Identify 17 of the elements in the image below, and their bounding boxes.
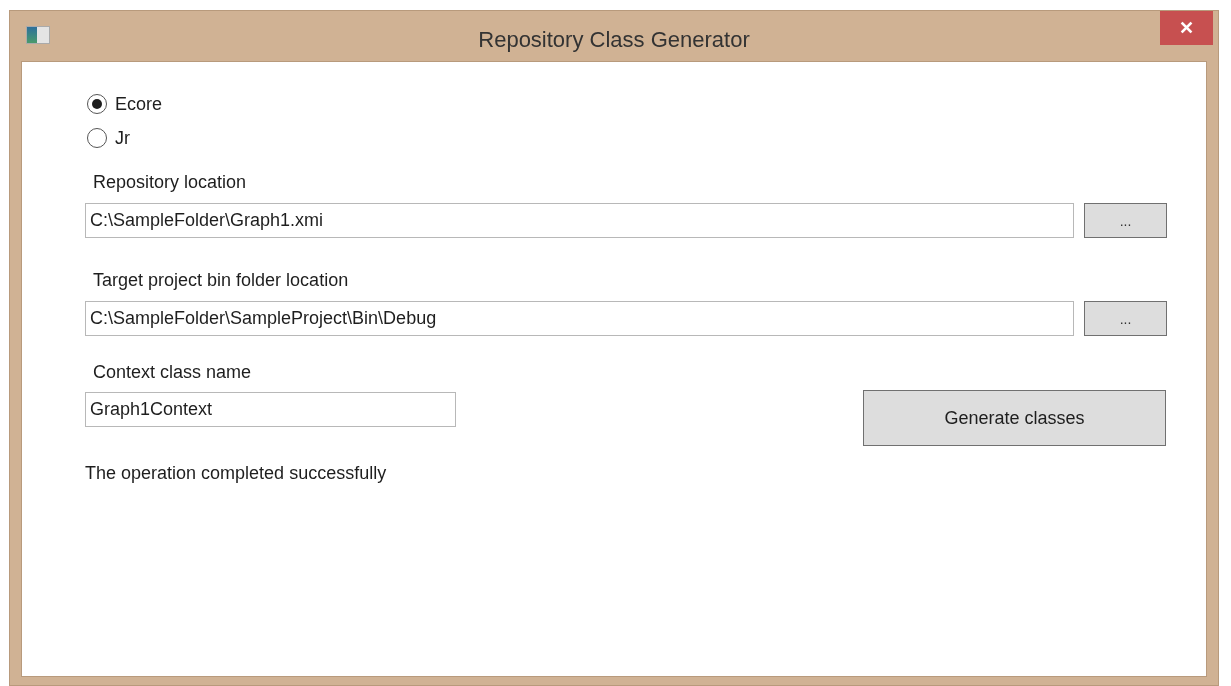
radio-button[interactable] xyxy=(87,128,107,148)
context-name-field[interactable]: Graph1Context xyxy=(85,392,456,427)
radio-button[interactable] xyxy=(87,94,107,114)
status-message: The operation completed successfully xyxy=(85,462,387,485)
field-label: Context class name xyxy=(93,361,252,384)
radio-label: Ecore xyxy=(115,92,163,116)
path-field[interactable]: C:\SampleFolder\SampleProject\Bin\Debug xyxy=(85,301,1074,336)
window-title: Repository Class Generator xyxy=(478,26,750,54)
radio-label: Jr xyxy=(115,126,130,150)
generate-button[interactable]: Generate classes xyxy=(863,390,1166,446)
field-label: Repository location xyxy=(93,171,247,194)
app-icon xyxy=(26,26,50,44)
browse-button[interactable]: ... xyxy=(1084,203,1167,238)
close-button[interactable]: ✕ xyxy=(1160,11,1213,45)
browse-button[interactable]: ... xyxy=(1084,301,1167,336)
path-field[interactable]: C:\SampleFolder\Graph1.xmi xyxy=(85,203,1074,238)
field-label: Target project bin folder location xyxy=(93,269,349,292)
